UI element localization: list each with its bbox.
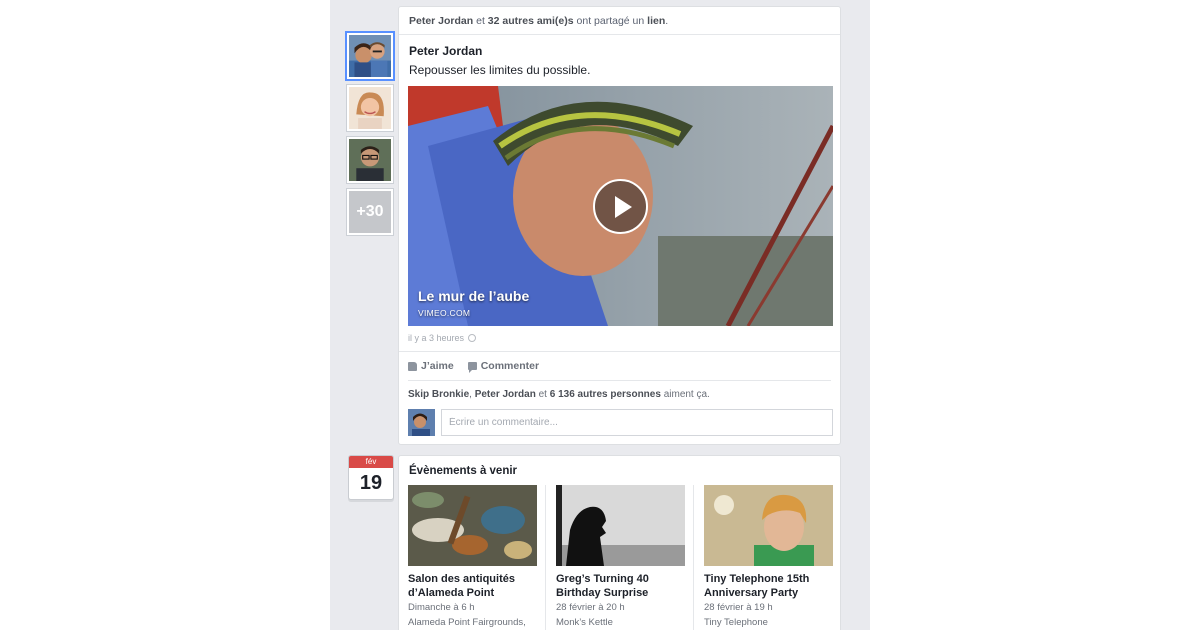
event-photo[interactable] [408,485,537,566]
thumbs-up-icon [408,361,417,371]
friend-thumbnail-man[interactable] [347,137,393,183]
comment-input[interactable] [441,409,833,436]
friend-thumbnail-woman[interactable] [347,85,393,131]
share-actor-link[interactable]: Peter Jordan [409,15,473,27]
post-timestamp[interactable]: il y a 3 heures [408,333,477,343]
woman-photo-icon [349,87,391,129]
event-photo[interactable] [704,485,833,566]
more-friends-badge[interactable]: +30 [347,189,393,235]
blond-man-photo-icon [704,485,833,566]
event-date: 28 février à 20 h [556,602,625,613]
liker-link-1[interactable]: Skip Bronkie [408,389,469,400]
video-title[interactable]: Le mur de l’aube [418,288,529,304]
silhouette-photo-icon [556,485,685,566]
divider [399,351,840,352]
video-source: VIMEO.COM [418,308,471,318]
divider [545,485,546,630]
share-object-link[interactable]: lien [647,15,665,27]
comment-button[interactable]: Commenter [467,360,539,373]
comment-composer [408,409,833,436]
comment-icon [467,362,477,373]
likers-others-link[interactable]: 6 136 autres personnes [550,389,661,400]
man-glasses-photo-icon [349,139,391,181]
event-name[interactable]: Tiny Telephone 15th Anniversary Party [704,572,834,600]
event-venue: Alameda Point Fairgrounds, [408,617,526,628]
event-date: Dimanche à 6 h [408,602,475,613]
event-item[interactable]: Greg’s Turning 40 Birthday Surprise 28 f… [556,485,686,628]
event-item[interactable]: Salon des antiquités d’Alameda Point Dim… [408,485,538,628]
likes-summary: Skip Bronkie, Peter Jordan et 6 136 autr… [408,389,710,400]
play-icon [614,195,632,218]
event-name[interactable]: Greg’s Turning 40 Birthday Surprise [556,572,686,600]
share-header: Peter Jordan et 32 autres ami(e)s ont pa… [399,7,840,35]
events-title[interactable]: Évènements à venir [399,456,840,477]
upcoming-events-card: Évènements à venir Salon des antiquités … [398,455,841,630]
event-date: 28 février à 19 h [704,602,773,613]
event-item[interactable]: Tiny Telephone 15th Anniversary Party 28… [704,485,834,628]
event-venue: Monk’s Kettle [556,617,613,628]
couple-photo-icon [349,35,391,77]
post-actions: J’aime Commenter [408,360,539,373]
sharing-friends-column: +30 [347,33,395,241]
like-button[interactable]: J’aime [408,360,454,372]
globe-icon [468,334,477,342]
post-author-name[interactable]: Peter Jordan [399,35,840,58]
calendar-month: fév [349,456,393,468]
video-play-button[interactable] [593,179,648,234]
video-preview[interactable]: Le mur de l’aube VIMEO.COM [408,86,833,326]
event-venue: Tiny Telephone [704,617,768,628]
shared-link-post: Peter Jordan et 32 autres ami(e)s ont pa… [398,6,841,445]
calendar-date-badge: fév 19 [348,455,394,500]
user-avatar-icon [408,409,435,436]
post-text: Repousser les limites du possible. [409,63,591,77]
antiques-photo-icon [408,485,537,566]
calendar-day: 19 [359,472,383,494]
avatar [408,409,435,436]
share-others-link[interactable]: 32 autres ami(e)s [488,15,574,27]
event-photo[interactable] [556,485,685,566]
divider [693,485,694,630]
divider [408,380,831,381]
liker-link-2[interactable]: Peter Jordan [475,389,536,400]
event-name[interactable]: Salon des antiquités d’Alameda Point [408,572,538,600]
friend-thumbnail-couple[interactable] [347,33,393,79]
